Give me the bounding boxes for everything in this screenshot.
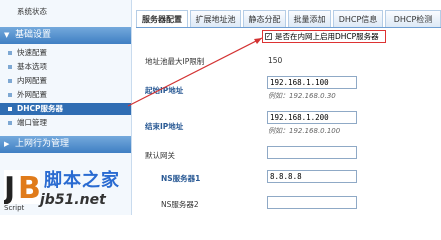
watermark-title: 脚本之家 [44,170,120,191]
svg-text:J: J [4,171,15,204]
jb-logo-icon: J B [4,170,40,204]
arrow-line [127,37,263,107]
watermark-url: jb51.net [40,192,106,208]
watermark-logo: J B 脚本之家 jb51.net Script [0,162,160,215]
svg-text:B: B [18,171,40,204]
watermark-script: Script [4,204,25,212]
